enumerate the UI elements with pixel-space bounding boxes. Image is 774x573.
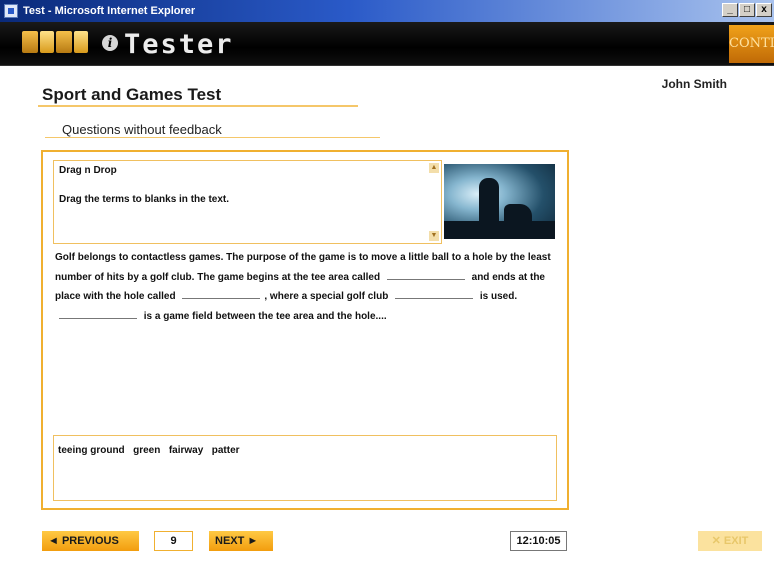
draggable-term[interactable]: fairway [169,445,203,456]
logo-icon [22,31,88,53]
question-passage: Golf belongs to contactless games. The p… [55,248,557,326]
drop-blank-1[interactable] [386,271,465,280]
brand-name: Tester [124,29,234,60]
ie-app-icon [4,4,18,18]
info-icon: i [102,35,118,51]
draggable-term[interactable]: patter [212,445,240,456]
previous-button[interactable]: ◄ PREVIOUS [42,531,139,551]
next-button[interactable]: NEXT ► [209,531,273,551]
window-controls: _ □ x [722,3,772,17]
passage-text: is used. [479,291,518,302]
instruction-text: Drag the terms to blanks in the text. [59,194,230,205]
page-number: 9 [154,531,193,551]
title-underline [38,105,358,107]
window-title: Test - Microsoft Internet Explorer [23,5,196,17]
draggable-term[interactable]: teeing ground [58,445,125,456]
corner-logo: CONTIS [729,25,774,63]
question-frame: Drag n Drop Drag the terms to blanks in … [41,150,569,510]
passage-text: , where a special golf club [264,291,389,302]
scroll-up-icon[interactable]: ▲ [429,163,439,173]
exit-button[interactable]: ✕ EXIT [698,531,762,551]
subtitle-underline [45,137,380,138]
drop-blank-4[interactable] [59,310,137,319]
drop-blank-2[interactable] [182,290,261,299]
terms-bank: teeing ground green fairway patter [53,435,557,501]
close-button[interactable]: x [756,3,772,17]
app-banner: i Tester CONTIS [0,22,774,66]
golf-photo [444,164,555,239]
drop-blank-3[interactable] [395,290,474,299]
page-subtitle: Questions without feedback [62,122,222,137]
minimize-button[interactable]: _ [722,3,738,17]
window-title-bar: Test - Microsoft Internet Explorer _ □ x [0,0,774,22]
instruction-box: Drag n Drop Drag the terms to blanks in … [53,160,442,244]
draggable-term[interactable]: green [133,445,160,456]
passage-text: is a game field between the tee area and… [143,310,387,322]
scroll-down-icon[interactable]: ▼ [429,231,439,241]
question-type-label: Drag n Drop [59,165,117,176]
page-title: Sport and Games Test [42,85,222,104]
user-name: John Smith [661,77,727,91]
timer-display: 12:10:05 [510,531,567,551]
maximize-button[interactable]: □ [739,3,755,17]
